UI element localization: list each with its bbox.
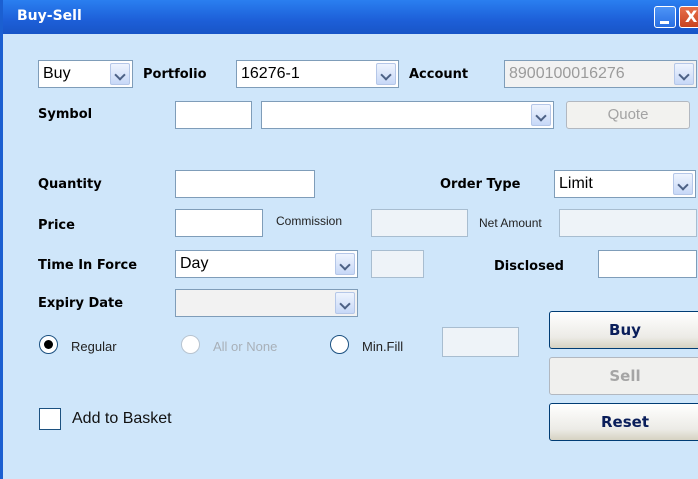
time-in-force-select[interactable]: Day — [175, 250, 358, 278]
order-type-label: Order Type — [440, 177, 521, 192]
time-in-force-value: Day — [180, 255, 209, 272]
symbol-code-input[interactable] — [175, 101, 252, 129]
chevron-down-icon[interactable] — [110, 63, 130, 85]
all-or-none-radio-label: All or None — [213, 339, 278, 354]
buy-button[interactable]: Buy — [549, 311, 698, 349]
chevron-down-icon[interactable] — [673, 173, 693, 195]
regular-radio-label: Regular — [71, 339, 117, 354]
window-title: Buy-Sell — [17, 8, 82, 24]
chevron-down-icon[interactable] — [335, 253, 355, 275]
chevron-down-icon[interactable] — [531, 104, 551, 126]
quote-button[interactable]: Quote — [566, 101, 690, 129]
expiry-date-select[interactable] — [175, 289, 358, 317]
add-to-basket-checkbox[interactable] — [39, 408, 61, 430]
portfolio-label: Portfolio — [143, 67, 207, 82]
buy-sell-window: Buy-Sell X Buy Portfolio 16276-1 Account… — [0, 0, 698, 479]
portfolio-select-value: 16276-1 — [241, 65, 300, 82]
net-amount-label: Net Amount — [479, 216, 542, 230]
close-icon[interactable]: X — [679, 6, 698, 28]
chevron-down-icon[interactable] — [335, 292, 355, 314]
radio-selected-dot — [44, 340, 53, 349]
account-label: Account — [409, 67, 469, 82]
disclosed-input[interactable] — [598, 250, 697, 278]
quantity-input[interactable] — [175, 170, 315, 198]
portfolio-select[interactable]: 16276-1 — [236, 60, 399, 88]
add-to-basket-label: Add to Basket — [72, 410, 172, 427]
net-amount-field[interactable] — [559, 209, 697, 237]
commission-field[interactable] — [371, 209, 468, 237]
order-type-select-value: Limit — [559, 175, 593, 192]
symbol-label: Symbol — [38, 107, 93, 122]
commission-label: Commission — [276, 214, 343, 228]
symbol-name-select[interactable] — [261, 101, 554, 129]
sell-button[interactable]: Sell — [549, 357, 698, 395]
time-in-force-extra-field[interactable] — [371, 250, 424, 278]
min-fill-radio-label: Min.Fill — [362, 339, 404, 354]
quantity-label: Quantity — [38, 177, 102, 192]
expiry-date-label: Expiry Date — [38, 296, 124, 311]
min-fill-radio[interactable] — [330, 335, 349, 354]
chevron-down-icon[interactable] — [376, 63, 396, 85]
all-or-none-radio[interactable] — [181, 335, 200, 354]
disclosed-label: Disclosed — [494, 259, 564, 274]
regular-radio[interactable] — [39, 335, 58, 354]
minimize-icon[interactable] — [654, 6, 676, 28]
side-select-value: Buy — [43, 65, 71, 82]
order-type-select[interactable]: Limit — [554, 170, 696, 198]
account-select-value: 8900100016276 — [509, 65, 625, 82]
title-bar: Buy-Sell X — [3, 0, 698, 34]
price-input[interactable] — [175, 209, 263, 237]
time-in-force-label: Time In Force — [38, 258, 138, 273]
side-select[interactable]: Buy — [38, 60, 133, 88]
account-select[interactable]: 8900100016276 — [504, 60, 697, 88]
price-label: Price — [38, 218, 75, 233]
chevron-down-icon[interactable] — [674, 63, 694, 85]
min-fill-field[interactable] — [442, 327, 519, 357]
reset-button[interactable]: Reset — [549, 403, 698, 441]
